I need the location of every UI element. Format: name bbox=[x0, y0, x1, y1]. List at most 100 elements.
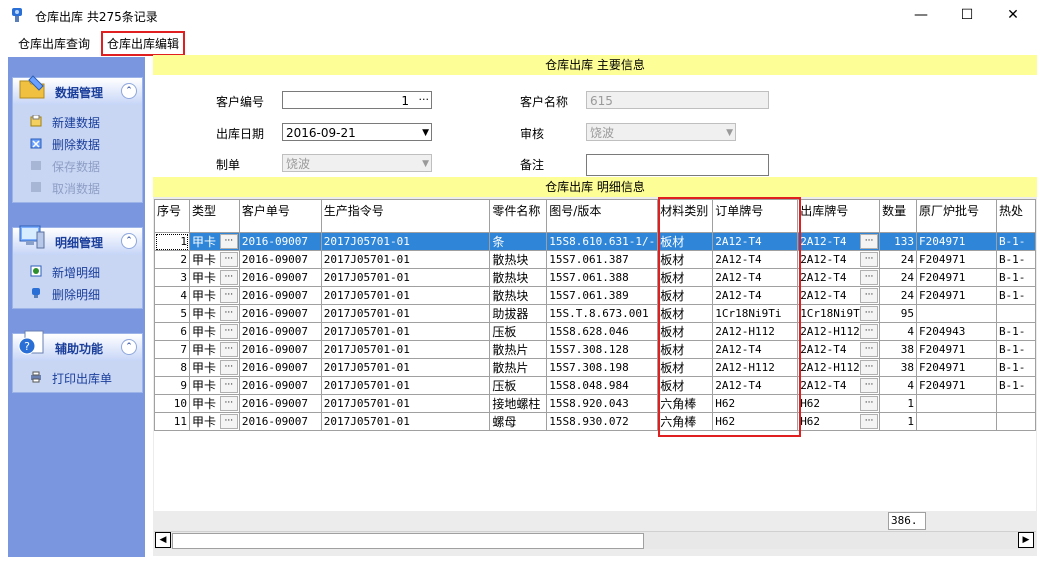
cell-col-index[interactable]: 2 bbox=[154, 250, 190, 269]
cell-col-quantity[interactable]: 1 bbox=[879, 394, 918, 413]
ellipsis-icon[interactable]: ··· bbox=[219, 396, 238, 411]
ellipsis-icon[interactable]: ··· bbox=[860, 288, 879, 303]
cell-col-material-category[interactable]: 六角棒 bbox=[657, 412, 714, 431]
cell-col-heat-treatment[interactable] bbox=[995, 412, 1036, 431]
cell-col-drawing-version[interactable]: 15S7.308.198 bbox=[546, 358, 659, 377]
remark-field[interactable] bbox=[586, 154, 769, 176]
cell-col-order-grade[interactable]: 2A12-H112 bbox=[712, 358, 799, 377]
column-header-col-index[interactable]: 序号 bbox=[154, 199, 190, 233]
column-header-col-part-name[interactable]: 零件名称 bbox=[489, 199, 548, 233]
cell-col-type[interactable]: 甲卡 ··· bbox=[188, 358, 240, 377]
cell-col-customer-order[interactable]: 2016-09007 bbox=[238, 322, 322, 341]
table-row[interactable]: 4 甲卡 ··· 2016-09007 2017J05701-01 散热块 15S7.061… bbox=[154, 286, 1036, 305]
cell-col-outbound-grade[interactable]: 2A12-T4 ··· bbox=[797, 268, 881, 287]
cell-col-batch-no[interactable] bbox=[916, 394, 997, 413]
cell-col-outbound-grade[interactable]: 2A12-T4 ··· bbox=[797, 250, 881, 269]
cell-col-production-order[interactable]: 2017J05701-01 bbox=[320, 412, 491, 431]
cell-col-index[interactable]: 6 bbox=[154, 322, 190, 341]
cell-col-part-name[interactable]: 螺母 bbox=[489, 412, 548, 431]
ellipsis-icon[interactable]: ··· bbox=[860, 378, 879, 393]
cell-col-quantity[interactable]: 4 bbox=[879, 376, 918, 395]
cell-col-batch-no[interactable]: F204971 bbox=[916, 286, 997, 305]
table-row[interactable]: 5 甲卡 ··· 2016-09007 2017J05701-01 助拔器 15S.T.8.… bbox=[154, 304, 1036, 323]
cell-col-part-name[interactable]: 散热片 bbox=[489, 358, 548, 377]
cell-col-index[interactable]: 8 bbox=[154, 358, 190, 377]
column-header-col-outbound-grade[interactable]: 出库牌号 bbox=[797, 199, 881, 233]
cell-col-index[interactable]: 3 bbox=[154, 268, 190, 287]
cell-col-index[interactable]: 4 bbox=[154, 286, 190, 305]
cell-col-type[interactable]: 甲卡 ··· bbox=[188, 232, 240, 251]
cell-col-material-category[interactable]: 板材 bbox=[657, 340, 714, 359]
cell-col-heat-treatment[interactable] bbox=[995, 394, 1036, 413]
horizontal-scrollbar[interactable]: ◀ ▶ bbox=[154, 531, 1036, 549]
cell-col-drawing-version[interactable]: 15S7.061.388 bbox=[546, 268, 659, 287]
cell-col-index[interactable]: 5 bbox=[154, 304, 190, 323]
cell-col-outbound-grade[interactable]: 2A12-H112 ··· bbox=[797, 322, 881, 341]
cell-col-type[interactable]: 甲卡 ··· bbox=[188, 268, 240, 287]
cell-col-index[interactable]: 9 bbox=[154, 376, 190, 395]
ellipsis-icon[interactable]: ··· bbox=[219, 234, 238, 249]
cell-col-quantity[interactable]: 38 bbox=[879, 358, 918, 377]
ellipsis-icon[interactable]: ··· bbox=[219, 288, 238, 303]
cell-col-type[interactable]: 甲卡 ··· bbox=[188, 394, 240, 413]
ellipsis-icon[interactable]: ··· bbox=[860, 234, 879, 249]
table-row[interactable]: 10 甲卡 ··· 2016-09007 2017J05701-01 接地螺柱 15S8.9… bbox=[154, 394, 1036, 413]
ellipsis-icon[interactable]: ··· bbox=[219, 378, 238, 393]
cell-col-drawing-version[interactable]: 15S8.048.984 bbox=[546, 376, 659, 395]
cell-col-production-order[interactable]: 2017J05701-01 bbox=[320, 358, 491, 377]
cell-col-heat-treatment[interactable]: B-1- bbox=[995, 322, 1036, 341]
cell-col-heat-treatment[interactable] bbox=[995, 304, 1036, 323]
cell-col-customer-order[interactable]: 2016-09007 bbox=[238, 250, 322, 269]
cell-col-outbound-grade[interactable]: 2A12-H112 ··· bbox=[797, 358, 881, 377]
cell-col-outbound-grade[interactable]: 2A12-T4 ··· bbox=[797, 340, 881, 359]
cell-col-heat-treatment[interactable]: B-1- bbox=[995, 376, 1036, 395]
cell-col-material-category[interactable]: 板材 bbox=[657, 322, 714, 341]
cell-col-material-category[interactable]: 板材 bbox=[657, 232, 714, 251]
cell-col-drawing-version[interactable]: 15S8.628.046 bbox=[546, 322, 659, 341]
panel-header[interactable]: 数据管理 ⌃ bbox=[13, 75, 142, 105]
ellipsis-icon[interactable]: ··· bbox=[219, 414, 238, 429]
cell-col-part-name[interactable]: 接地螺柱 bbox=[489, 394, 548, 413]
cell-col-outbound-grade[interactable]: 2A12-T4 ··· bbox=[797, 376, 881, 395]
cell-col-type[interactable]: 甲卡 ··· bbox=[188, 286, 240, 305]
cell-col-heat-treatment[interactable]: B-1- bbox=[995, 250, 1036, 269]
cell-col-customer-order[interactable]: 2016-09007 bbox=[238, 340, 322, 359]
cell-col-part-name[interactable]: 散热块 bbox=[489, 250, 548, 269]
cell-col-part-name[interactable]: 压板 bbox=[489, 322, 548, 341]
ellipsis-icon[interactable]: ··· bbox=[860, 396, 879, 411]
collapse-chevron-icon[interactable]: ⌃ bbox=[121, 339, 137, 355]
cell-col-quantity[interactable]: 95 bbox=[879, 304, 918, 323]
cell-col-type[interactable]: 甲卡 ··· bbox=[188, 340, 240, 359]
cell-col-drawing-version[interactable]: 15S8.920.043 bbox=[546, 394, 659, 413]
column-header-col-heat-treatment[interactable]: 热处 bbox=[995, 199, 1036, 233]
cell-col-production-order[interactable]: 2017J05701-01 bbox=[320, 322, 491, 341]
cell-col-material-category[interactable]: 板材 bbox=[657, 268, 714, 287]
dropdown-arrow-icon[interactable]: ▼ bbox=[422, 124, 429, 142]
column-header-col-order-grade[interactable]: 订单牌号 bbox=[712, 199, 799, 233]
ellipsis-icon[interactable]: ··· bbox=[860, 324, 879, 339]
cell-col-heat-treatment[interactable]: B-1- bbox=[995, 358, 1036, 377]
cell-col-quantity[interactable]: 1 bbox=[879, 412, 918, 431]
cell-col-outbound-grade[interactable]: H62 ··· bbox=[797, 394, 881, 413]
ellipsis-icon[interactable]: ··· bbox=[219, 306, 238, 321]
panel-header[interactable]: ? 辅助功能 ⌃ bbox=[13, 330, 142, 361]
cell-col-material-category[interactable]: 板材 bbox=[657, 286, 714, 305]
table-row[interactable]: 7 甲卡 ··· 2016-09007 2017J05701-01 散热片 15S7.308… bbox=[154, 340, 1036, 359]
cell-col-batch-no[interactable]: F204971 bbox=[916, 376, 997, 395]
cell-col-part-name[interactable]: 压板 bbox=[489, 376, 548, 395]
cell-col-batch-no[interactable] bbox=[916, 304, 997, 323]
cell-col-customer-order[interactable]: 2016-09007 bbox=[238, 232, 322, 251]
cell-col-order-grade[interactable]: 2A12-T4 bbox=[712, 376, 799, 395]
cell-col-type[interactable]: 甲卡 ··· bbox=[188, 376, 240, 395]
cell-col-quantity[interactable]: 24 bbox=[879, 286, 918, 305]
cell-col-customer-order[interactable]: 2016-09007 bbox=[238, 358, 322, 377]
cell-col-customer-order[interactable]: 2016-09007 bbox=[238, 304, 322, 323]
ellipsis-icon[interactable]: ··· bbox=[860, 252, 879, 267]
cell-col-outbound-grade[interactable]: H62 ··· bbox=[797, 412, 881, 431]
cell-col-part-name[interactable]: 助拔器 bbox=[489, 304, 548, 323]
cell-col-production-order[interactable]: 2017J05701-01 bbox=[320, 340, 491, 359]
cell-col-quantity[interactable]: 24 bbox=[879, 250, 918, 269]
column-header-col-type[interactable]: 类型 bbox=[188, 199, 240, 233]
column-header-col-material-category[interactable]: 材料类别 bbox=[657, 199, 714, 233]
cell-col-part-name[interactable]: 散热片 bbox=[489, 340, 548, 359]
